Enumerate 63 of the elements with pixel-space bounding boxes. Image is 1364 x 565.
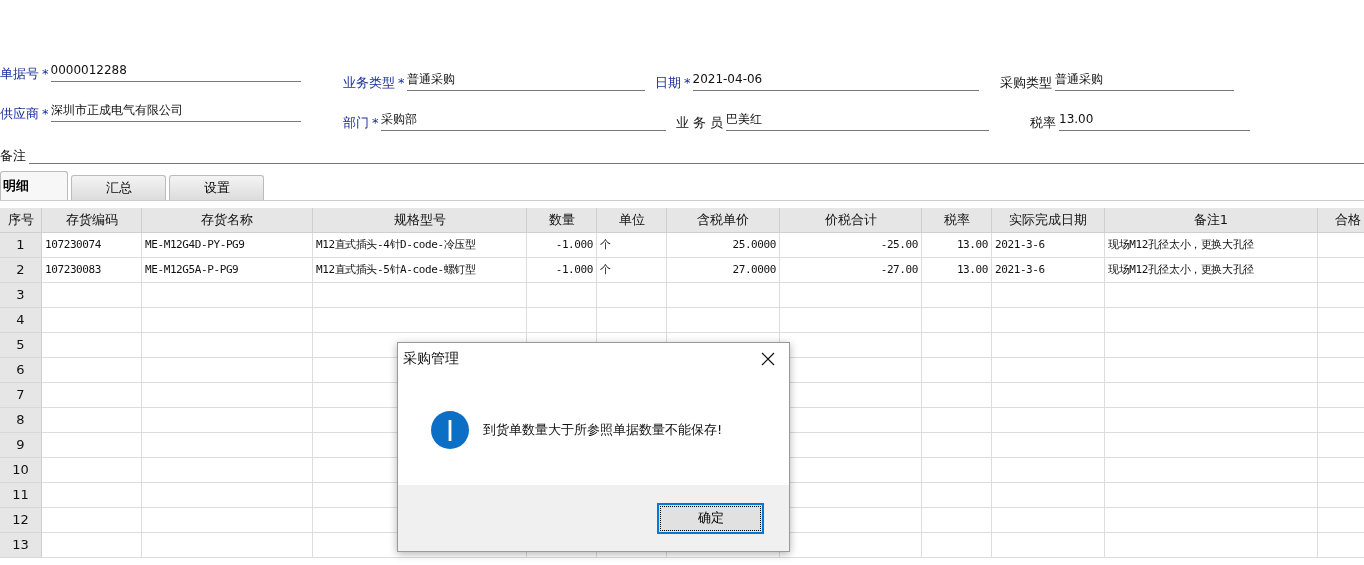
field-label: 采购类型 (1000, 75, 1053, 91)
table-cell: M12直式插头-4针D-code-冷压型 (313, 233, 527, 258)
column-header: 序号 (0, 208, 42, 233)
table-cell: 个 (597, 233, 667, 258)
required-mark: * (684, 75, 692, 91)
table-cell: 107230074 (42, 233, 142, 258)
tab[interactable]: 设置 (169, 175, 264, 200)
row-number: 11 (0, 483, 42, 508)
row-number: 9 (0, 433, 42, 458)
text-field[interactable]: 2021-04-06 (692, 70, 979, 91)
row-number: 7 (0, 383, 42, 408)
row-number: 1 (0, 233, 42, 258)
column-header: 备注1 (1105, 208, 1318, 233)
row-number: 3 (0, 283, 42, 308)
table-cell: ME-M12G4D-PY-PG9 (142, 233, 313, 258)
field-label: 业务类型 (343, 75, 396, 91)
table-cell: -25.00 (780, 233, 922, 258)
row-number: 5 (0, 333, 42, 358)
row-number: 10 (0, 458, 42, 483)
row-number: 13 (0, 533, 42, 558)
field-label: 业 务 员 (676, 115, 725, 131)
row-number: 8 (0, 408, 42, 433)
required-mark: * (42, 106, 50, 122)
text-field[interactable]: 巴美红 (726, 110, 989, 131)
table-cell: 25.0000 (667, 233, 780, 258)
field-label: 供应商 (0, 106, 40, 122)
column-header: 合格 (1318, 208, 1364, 233)
field-label: 单据号 (0, 66, 40, 82)
table-cell: 2021-3-6 (992, 233, 1105, 258)
table-cell: 13.00 (922, 233, 992, 258)
text-field[interactable]: 普通采购 (1055, 70, 1234, 91)
column-header: 数量 (527, 208, 597, 233)
row-number: 4 (0, 308, 42, 333)
row-number: 12 (0, 508, 42, 533)
text-field[interactable]: 普通采购 (406, 70, 645, 91)
column-header: 规格型号 (313, 208, 527, 233)
row-number: 2 (0, 258, 42, 283)
column-header: 含税单价 (667, 208, 780, 233)
text-field[interactable]: 采购部 (380, 110, 666, 131)
text-field[interactable]: 深圳市正成电气有限公司 (50, 101, 301, 122)
table-cell: -1.000 (527, 233, 597, 258)
required-mark: * (398, 75, 406, 91)
required-mark: * (372, 115, 380, 131)
field-label: 备注 (0, 148, 27, 164)
column-header: 存货名称 (142, 208, 313, 233)
text-field[interactable]: 0000012288 (50, 61, 301, 82)
ok-button[interactable]: 确定 (657, 502, 764, 534)
required-mark: * (42, 66, 50, 82)
column-header: 价税合计 (780, 208, 922, 233)
field-label: 部门 (343, 115, 370, 131)
dialog-title: 采购管理 (403, 350, 459, 368)
field-label: 日期 (655, 75, 682, 91)
tab[interactable]: 汇总 (71, 175, 166, 200)
column-header: 单位 (597, 208, 667, 233)
column-header: 实际完成日期 (992, 208, 1105, 233)
table-cell: 现场M12孔径太小，更换大孔径 (1105, 233, 1318, 258)
dialog-message: 到货单数量大于所参照单据数量不能保存! (483, 421, 723, 439)
field-label: 税率 (1030, 115, 1057, 131)
row-number: 6 (0, 358, 42, 383)
column-header: 税率 (922, 208, 992, 233)
tab[interactable]: 明细 (0, 171, 68, 200)
column-header: 存货编码 (42, 208, 142, 233)
text-field[interactable]: 13.00 (1059, 110, 1250, 131)
